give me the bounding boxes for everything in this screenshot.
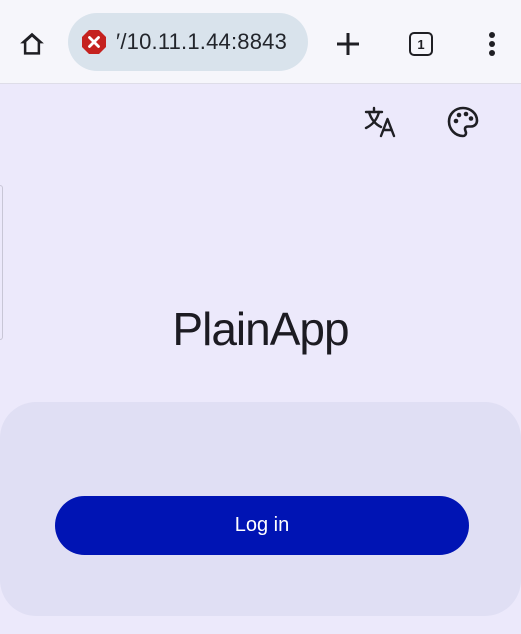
home-button[interactable] xyxy=(10,22,54,66)
more-vert-icon xyxy=(488,30,496,58)
tab-switcher-button[interactable]: 1 xyxy=(398,22,444,66)
browser-menu-button[interactable] xyxy=(470,22,514,66)
app-title: PlainApp xyxy=(172,303,349,355)
browser-toolbar: ′/10.11.1.44:8843 1 xyxy=(0,0,521,84)
palette-icon xyxy=(446,105,480,139)
address-bar[interactable]: ′/10.11.1.44:8843 xyxy=(68,13,308,71)
tab-count: 1 xyxy=(409,32,433,56)
not-secure-icon[interactable] xyxy=(80,28,108,56)
plus-icon xyxy=(334,30,362,58)
home-icon xyxy=(17,29,47,59)
new-tab-button[interactable] xyxy=(326,22,370,66)
language-button[interactable] xyxy=(356,100,404,144)
url-text: ′/10.11.1.44:8843 xyxy=(116,29,288,54)
translate-icon xyxy=(362,104,398,140)
login-button[interactable]: Log in xyxy=(55,496,469,555)
theme-button[interactable] xyxy=(440,100,486,144)
